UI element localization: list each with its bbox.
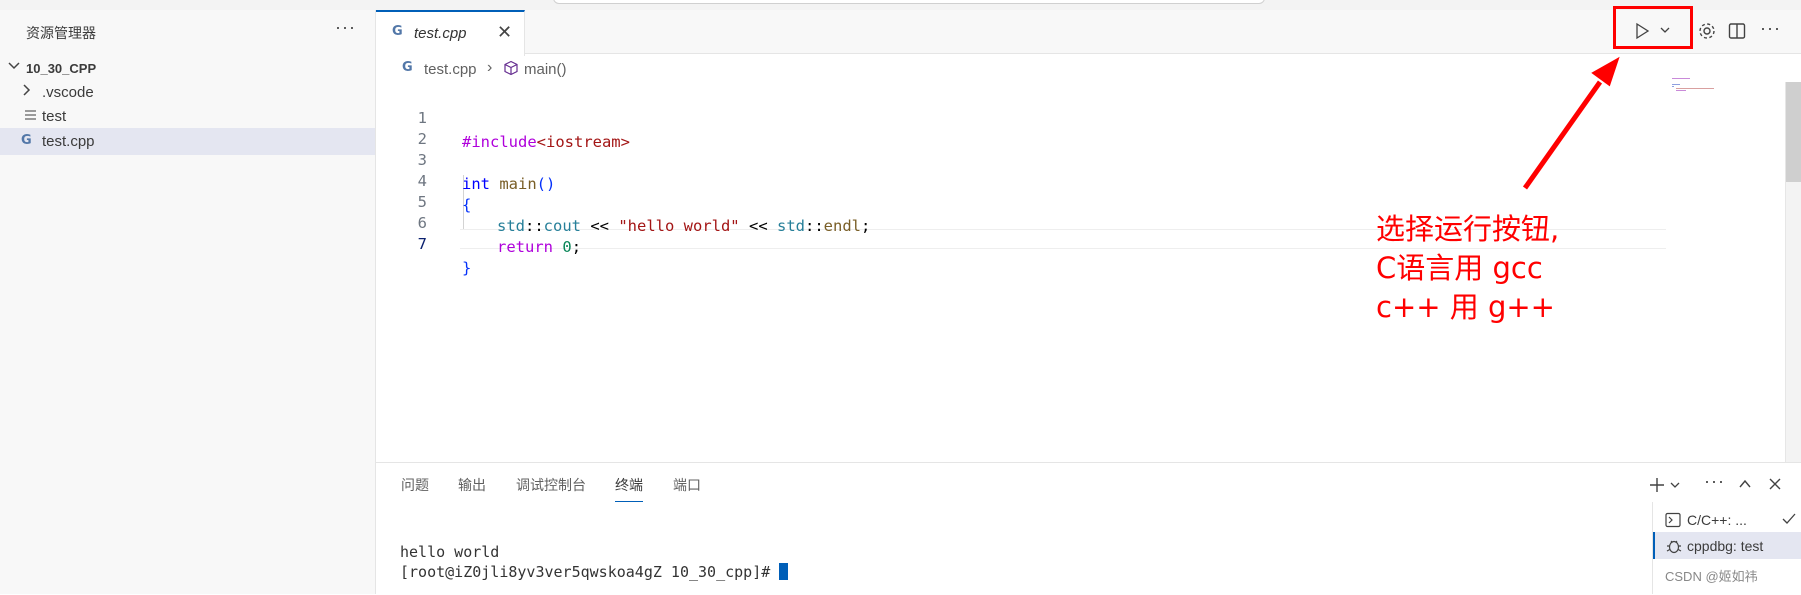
terminal-item-label: C/C++: ...	[1687, 512, 1747, 528]
breadcrumb-file[interactable]: test.cpp	[424, 61, 477, 78]
breadcrumb: G test.cpp › main()	[376, 54, 1576, 84]
terminal-output[interactable]: hello world [root@iZ0jli8yv3ver5qwskoa4gZ…	[400, 542, 789, 582]
close-icon[interactable]: ✕	[497, 22, 512, 43]
tab-ports[interactable]: 端口	[673, 475, 701, 495]
tab-problems[interactable]: 问题	[401, 475, 429, 495]
command-center[interactable]	[553, 0, 1265, 4]
cpp-file-icon: G	[21, 133, 32, 148]
tree-item-label: test.cpp	[42, 133, 95, 150]
tree-item-test-cpp[interactable]: G test.cpp	[0, 128, 375, 155]
annotation-line: C语言用 gcc	[1376, 251, 1543, 285]
plus-icon[interactable]	[1648, 476, 1666, 494]
tab-output[interactable]: 输出	[458, 475, 486, 495]
check-icon	[1782, 513, 1796, 524]
terminal-line: hello world	[400, 543, 500, 561]
vertical-scrollbar[interactable]	[1785, 82, 1801, 462]
explorer-sidebar: 资源管理器 ··· 10_30_CPP .vscode test G test.…	[0, 10, 376, 594]
tab-terminal[interactable]: 终端	[615, 475, 643, 502]
run-button-highlight	[1613, 6, 1693, 49]
tab-label: test.cpp	[414, 25, 467, 42]
tab-test-cpp[interactable]: G test.cpp ✕	[376, 10, 525, 56]
debug-icon	[1666, 540, 1682, 554]
more-actions-icon[interactable]: ···	[335, 17, 356, 38]
symbol-method-icon	[504, 60, 518, 76]
more-actions-icon[interactable]: ···	[1760, 18, 1781, 39]
line-number: 7	[417, 235, 427, 253]
chevron-up-icon[interactable]	[1737, 477, 1753, 491]
annotation-line: c++ 用 g++	[1376, 290, 1555, 324]
terminal-item-label: cppdbg: test	[1687, 538, 1764, 554]
code-text: return 0;	[497, 238, 582, 256]
tree-item-label: .vscode	[42, 84, 94, 101]
breadcrumb-symbol[interactable]: main()	[524, 61, 567, 78]
scrollbar-thumb[interactable]	[1786, 82, 1801, 182]
terminal-icon	[1665, 512, 1681, 528]
chevron-right-icon	[23, 84, 31, 96]
chevron-down-icon	[8, 62, 20, 70]
tree-item-label: test	[42, 108, 67, 125]
gear-icon[interactable]	[1697, 21, 1717, 41]
cpp-file-icon: G	[392, 24, 403, 39]
annotation-text: 选择运行按钮, C语言用 gcc c++ 用 g++	[1376, 210, 1559, 327]
terminal-line: [root@iZ0jli8yv3ver5qwskoa4gZ 10_30_cpp]…	[400, 562, 789, 582]
tab-debug-console[interactable]: 调试控制台	[516, 475, 586, 495]
cpp-file-icon: G	[402, 60, 413, 75]
annotation-line: 选择运行按钮,	[1376, 212, 1560, 246]
tree-item-vscode[interactable]: .vscode	[0, 79, 375, 106]
editor-tab-bar	[376, 10, 1801, 54]
terminal-item-cpp-build[interactable]: C/C++: ...	[1653, 506, 1801, 533]
chevron-right-icon: ›	[487, 59, 493, 76]
minimap[interactable]	[1672, 78, 1752, 108]
tree-item-test[interactable]: test	[0, 103, 375, 130]
watermark: CSDN @姬如祎	[1665, 569, 1758, 584]
file-lines-icon	[25, 110, 36, 122]
more-actions-icon[interactable]: ···	[1704, 471, 1725, 492]
chevron-down-icon[interactable]	[1669, 480, 1681, 490]
folder-row[interactable]: 10_30_CPP	[0, 55, 375, 82]
terminal-cursor	[779, 563, 789, 580]
explorer-title: 资源管理器	[26, 25, 96, 41]
folder-label: 10_30_CPP	[26, 61, 97, 76]
code-text: }	[462, 259, 472, 277]
split-editor-icon[interactable]	[1728, 22, 1746, 40]
terminal-item-cppdbg[interactable]: cppdbg: test	[1653, 532, 1801, 559]
close-icon[interactable]	[1768, 477, 1782, 491]
